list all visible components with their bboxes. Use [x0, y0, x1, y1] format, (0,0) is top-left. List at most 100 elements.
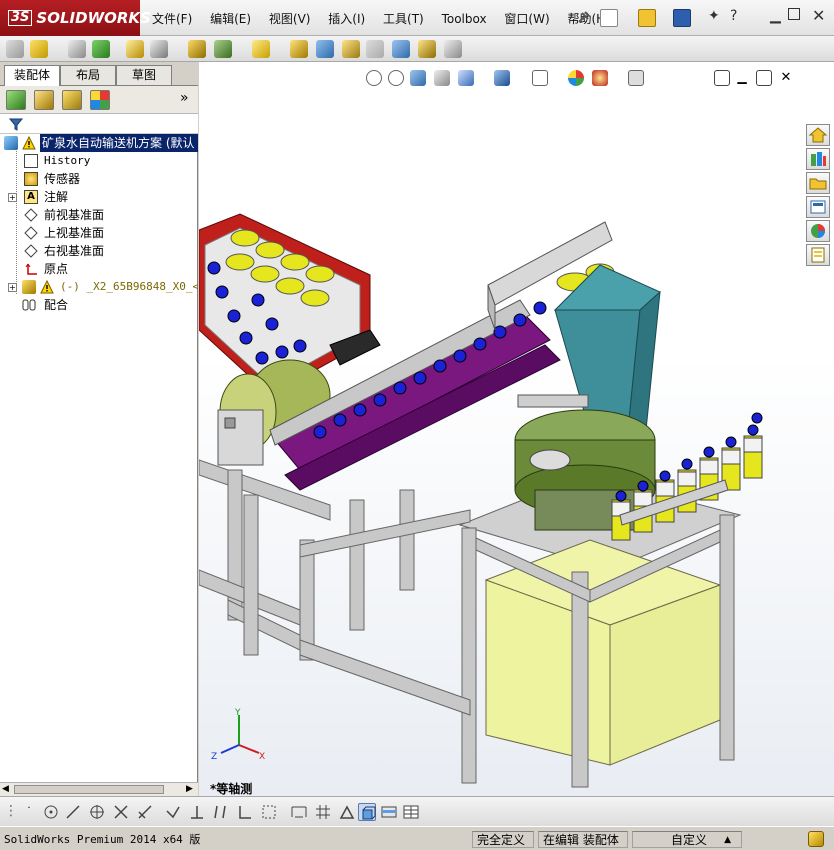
tree-item-component[interactable]: + (-) _X2_65B96848_X0_<1: [0, 278, 198, 296]
tree-item-annotations[interactable]: + A 注解: [0, 188, 198, 206]
restore-icon[interactable]: [788, 8, 800, 20]
instant3d-icon[interactable]: [392, 40, 410, 58]
tree-item-origin[interactable]: 原点: [0, 260, 198, 278]
feature-manager-icon[interactable]: [6, 90, 26, 110]
parallel-icon[interactable]: [212, 803, 230, 821]
tab-assembly[interactable]: 装配体: [4, 65, 60, 86]
show-hidden-icon[interactable]: [214, 40, 232, 58]
view-settings-icon[interactable]: [628, 70, 644, 86]
polygon-icon[interactable]: [88, 803, 106, 821]
insert-component-icon[interactable]: [6, 40, 24, 58]
midpoint-icon[interactable]: [164, 803, 182, 821]
close-icon[interactable]: ✕: [812, 6, 825, 25]
hide-show-items-icon[interactable]: [532, 70, 548, 86]
exploded-view-icon[interactable]: [366, 40, 384, 58]
3d-sketch-icon[interactable]: [358, 803, 376, 821]
zoom-to-fit-icon[interactable]: [366, 70, 382, 86]
menu-tools[interactable]: 工具(T): [383, 10, 424, 27]
coordinate-triad: Y X Z: [211, 708, 265, 762]
tab-layout[interactable]: 布局: [60, 65, 116, 85]
horizontal-scrollbar[interactable]: ◀ ▶: [0, 782, 198, 796]
line-icon[interactable]: [64, 803, 82, 821]
apply-scene-icon[interactable]: [592, 70, 608, 86]
expand-icon[interactable]: +: [8, 283, 17, 292]
angle-icon[interactable]: [338, 803, 356, 821]
graphics-area[interactable]: Y X Z: [198, 62, 834, 796]
view-orientation-icon[interactable]: [458, 70, 474, 86]
move-component-icon[interactable]: [126, 40, 144, 58]
custom-properties-icon[interactable]: [806, 244, 830, 266]
file-explorer-icon[interactable]: [806, 172, 830, 194]
expand-icon[interactable]: +: [8, 193, 17, 202]
grid-icon[interactable]: [314, 803, 332, 821]
pin-icon[interactable]: [576, 9, 592, 25]
dimension-icon[interactable]: [290, 803, 308, 821]
open-folder-icon[interactable]: [638, 9, 656, 27]
property-manager-icon[interactable]: [34, 90, 54, 110]
tree-item-top-plane[interactable]: 上视基准面: [0, 224, 198, 242]
save-icon[interactable]: [673, 9, 691, 27]
menu-toolbox[interactable]: Toolbox: [442, 12, 487, 26]
options-gear-icon[interactable]: ✦: [708, 8, 720, 24]
perpendicular-icon[interactable]: [188, 803, 206, 821]
interference-detection-icon[interactable]: [418, 40, 436, 58]
scroll-right-icon[interactable]: ▶: [186, 784, 193, 794]
new-motion-study-icon[interactable]: [316, 40, 334, 58]
rebuild-status-icon[interactable]: [808, 831, 824, 847]
rotate-component-icon[interactable]: [150, 40, 168, 58]
previous-view-icon[interactable]: [410, 70, 426, 86]
tree-item-sensors[interactable]: 传感器: [0, 170, 198, 188]
viewport-restore-icon[interactable]: [756, 70, 772, 86]
menu-insert[interactable]: 插入(I): [328, 10, 365, 27]
viewport-minimize-icon[interactable]: ▁: [734, 70, 750, 86]
display-style-icon[interactable]: [494, 70, 510, 86]
quick-snap-icon[interactable]: [260, 803, 278, 821]
help-icon[interactable]: ?: [730, 8, 737, 24]
tree-item-history[interactable]: History: [0, 152, 198, 170]
appearances-scenes-icon[interactable]: [806, 220, 830, 242]
tree-item-right-plane[interactable]: 右视基准面: [0, 242, 198, 260]
design-library-icon[interactable]: [806, 148, 830, 170]
menu-window[interactable]: 窗口(W): [504, 10, 549, 27]
tab-sketch[interactable]: 草图: [116, 65, 172, 85]
intersection-icon[interactable]: [112, 803, 130, 821]
table-icon[interactable]: [402, 803, 420, 821]
horizontal-vertical-icon[interactable]: [236, 803, 254, 821]
minimize-icon[interactable]: ▁: [770, 8, 781, 24]
bill-of-materials-icon[interactable]: [342, 40, 360, 58]
layout-icon[interactable]: [380, 803, 398, 821]
section-view-icon[interactable]: [434, 70, 450, 86]
tangent-icon[interactable]: [136, 803, 154, 821]
menu-file[interactable]: 文件(F): [152, 10, 192, 27]
menu-view[interactable]: 视图(V): [269, 10, 311, 27]
viewport-close-icon[interactable]: ✕: [778, 70, 794, 86]
scroll-thumb[interactable]: [14, 785, 164, 794]
solidworks-resources-icon[interactable]: [806, 124, 830, 146]
tree-item-front-plane[interactable]: 前视基准面: [0, 206, 198, 224]
more-tabs-icon[interactable]: »: [180, 90, 189, 106]
view-palette-icon[interactable]: [806, 196, 830, 218]
display-manager-icon[interactable]: [90, 90, 110, 110]
smart-fasteners-icon[interactable]: [188, 40, 206, 58]
tree-root-assembly[interactable]: 矿泉水自动输送机方案 (默认: [0, 134, 198, 152]
snapshot-icon[interactable]: [444, 40, 462, 58]
mate-icon[interactable]: [30, 40, 48, 58]
solidworks-logo[interactable]: 3S SOLIDWORKS: [0, 0, 151, 36]
reference-geometry-icon[interactable]: [290, 40, 308, 58]
center-point-icon[interactable]: [42, 803, 60, 821]
scroll-left-icon[interactable]: ◀: [2, 784, 9, 794]
edit-appearance-icon[interactable]: [568, 70, 584, 86]
zoom-to-area-icon[interactable]: [388, 70, 404, 86]
unit-system[interactable]: 自定义 ▲: [632, 831, 742, 848]
configuration-manager-icon[interactable]: [62, 90, 82, 110]
split-view-icon[interactable]: [714, 70, 730, 86]
point-icon[interactable]: ·: [20, 803, 38, 821]
pattern-icon[interactable]: [92, 40, 110, 58]
menu-edit[interactable]: 编辑(E): [210, 10, 251, 27]
filter-icon[interactable]: [8, 116, 24, 135]
assembly-features-icon[interactable]: [252, 40, 270, 58]
tree-item-mates[interactable]: 配合: [0, 296, 198, 314]
new-document-icon[interactable]: [600, 9, 618, 27]
ds-logo-mark: 3S: [8, 10, 33, 26]
paperclip-icon[interactable]: [68, 40, 86, 58]
